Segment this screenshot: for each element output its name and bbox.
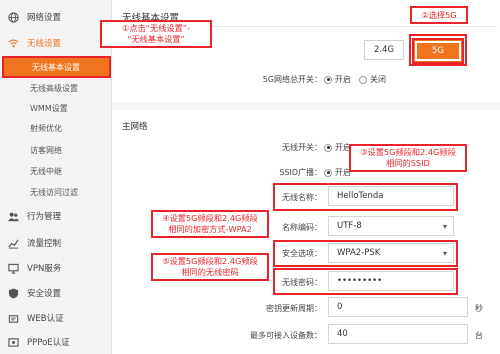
security-select[interactable]: WPA2-PSK [328, 243, 454, 263]
sidebar-item-label: VPN服务 [27, 264, 62, 274]
sidebar-item-network[interactable]: 网络设置 [0, 6, 112, 28]
key-icon [8, 313, 19, 324]
chart-icon [8, 238, 19, 249]
radio-on[interactable] [324, 75, 332, 84]
sidebar-subitem-guest[interactable]: 访客网络 [0, 140, 112, 160]
globe-icon [8, 11, 19, 23]
step1-callout: ①点击“无线设置”- “无线基本设置” [100, 20, 212, 48]
sidebar-item-label: 无线设置 [27, 39, 62, 49]
sidebar-subitem-filter[interactable]: 无线访问过滤 [0, 182, 112, 202]
ssid-broadcast-label: SSID广播： [279, 168, 322, 177]
sidebar-item-label: 安全设置 [27, 289, 62, 299]
sidebar-item-behavior[interactable]: 行为管理 [0, 205, 112, 227]
sidebar-item-label: 网络设置 [27, 13, 62, 23]
key-period-label: 密钥更新周期： [266, 304, 322, 313]
band-24g-button[interactable]: 2.4G [364, 40, 404, 60]
sidebar-item-label: WEB认证 [27, 314, 64, 324]
wifi-icon [8, 38, 19, 49]
sidebar-item-label: 流量控制 [27, 239, 62, 249]
sidebar-item-wireless[interactable]: 无线设置 [0, 32, 112, 54]
radio-off[interactable] [359, 75, 367, 84]
wireless-switch-label: 无线开关： [282, 143, 322, 152]
main-panel: 无线基本设置 2.4G 5G 5G网络总开关： 开启 关闭 主网络 无线开关： … [100, 0, 500, 354]
encoding-select[interactable]: UTF-8 [328, 216, 454, 236]
sidebar-item-security[interactable]: 安全设置 [0, 282, 112, 304]
max-devices-label: 最多可接入设备数： [250, 331, 322, 340]
sidebar-subitem-rf[interactable]: 射频优化 [0, 118, 112, 138]
sidebar-item-vpn[interactable]: VPN服务 [0, 257, 112, 279]
users-icon [8, 211, 19, 222]
sidebar: 网络设置 无线设置 无线基本设置 无线高级设置 WMM设置 射频优化 访客网络 … [0, 0, 112, 354]
highlight-box [2, 56, 111, 78]
radio-on[interactable] [324, 143, 332, 152]
step5-callout: ⑤设置5G频段和2.4G频段 相同的无线密码 [151, 253, 269, 281]
key-period-input[interactable]: 0 [328, 297, 468, 317]
sidebar-subitem-repeater[interactable]: 无线中继 [0, 161, 112, 181]
band-5g-button[interactable]: 5G [412, 38, 464, 64]
ssid-label: 无线名称： [282, 193, 322, 202]
max-devices-unit: 台 [475, 331, 483, 340]
step2-callout: ②选择5G [410, 6, 468, 24]
monitor-icon [8, 263, 19, 274]
sidebar-item-traffic[interactable]: 流量控制 [0, 232, 112, 254]
section-title: 主网络 [122, 122, 148, 132]
sidebar-subitem-advanced[interactable]: 无线高级设置 [0, 78, 112, 98]
shield-icon [8, 287, 19, 299]
ssid-input[interactable]: HelloTenda [328, 186, 454, 206]
password-input[interactable]: ••••••••• [328, 271, 454, 291]
sidebar-item-web-auth[interactable]: WEB认证 [0, 307, 112, 329]
key-period-unit: 秒 [475, 304, 483, 313]
dialup-icon [8, 337, 19, 348]
sidebar-item-pppoe[interactable]: PPPoE认证 [0, 331, 112, 353]
network-switch-radios: 开启 关闭 [324, 74, 394, 85]
step4-callout: ④设置5G频段和2.4G频段 相同的加密方式-WPA2 [151, 210, 269, 238]
sidebar-item-label: PPPoE认证 [27, 338, 70, 348]
network-switch-label: 5G网络总开关： [262, 75, 322, 84]
sidebar-item-label: 行为管理 [27, 212, 62, 222]
section-divider [112, 102, 500, 110]
step3-callout: ③设置5G频段和2.4G频段 相同的SSID [349, 144, 467, 172]
radio-on[interactable] [324, 168, 332, 177]
sidebar-subitem-wmm[interactable]: WMM设置 [0, 98, 112, 118]
max-devices-input[interactable]: 40 [328, 324, 468, 344]
